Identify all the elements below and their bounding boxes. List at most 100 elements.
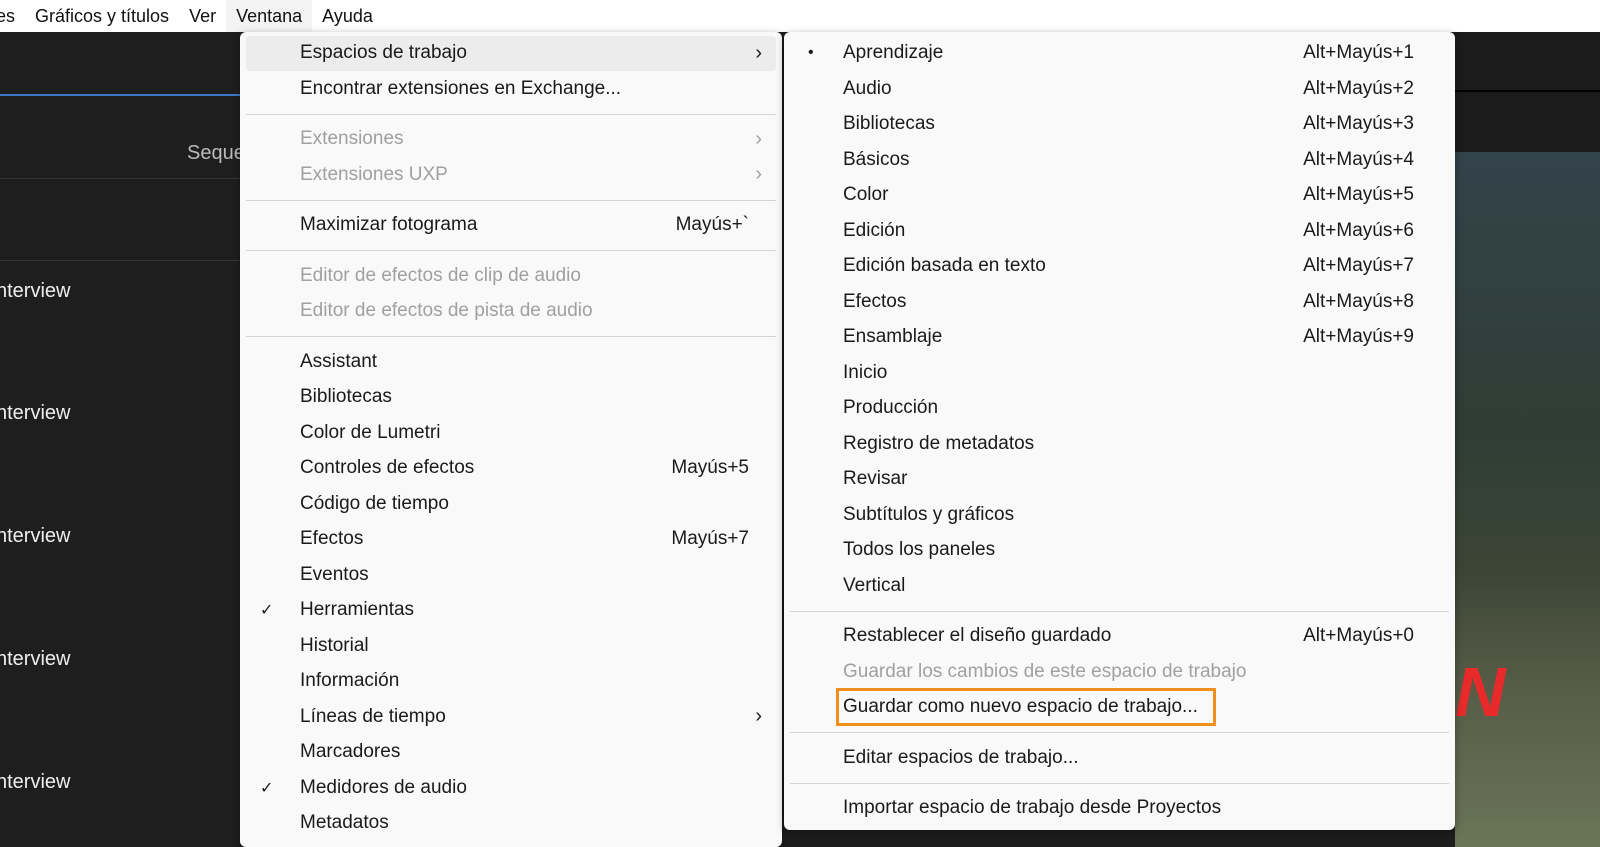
menu-item-workspaces[interactable]: Espacios de trabajo ›: [246, 35, 776, 71]
label: Ensamblaje: [843, 326, 943, 348]
shortcut: Alt+Mayús+4: [1303, 148, 1414, 170]
clip-name[interactable]: nterview: [0, 525, 70, 548]
shortcut: Mayús+`: [675, 214, 749, 236]
label: Editor de efectos de pista de audio: [300, 300, 593, 322]
label: Herramientas: [300, 599, 415, 621]
label: Básicos: [843, 148, 910, 170]
clip-name[interactable]: nterview: [0, 648, 70, 671]
workspace-ensamblaje[interactable]: Ensamblaje Alt+Mayús+9: [790, 320, 1449, 356]
label: Audio: [843, 77, 892, 99]
label: Restablecer el diseño guardado: [843, 625, 1112, 647]
label: Encontrar extensiones en Exchange...: [300, 77, 622, 99]
separator: [790, 604, 1449, 619]
menu-item-find-extensions[interactable]: Encontrar extensiones en Exchange...: [246, 71, 776, 107]
menu-item-marcadores[interactable]: Marcadores: [246, 735, 776, 771]
workspace-aprendizaje[interactable]: • Aprendizaje Alt+Mayús+1: [790, 36, 1449, 72]
workspace-inicio[interactable]: Inicio: [790, 355, 1449, 391]
separator: [790, 776, 1449, 791]
label: Medidores de audio: [300, 776, 467, 798]
menu-item-informacion[interactable]: Información: [246, 664, 776, 700]
menu-item-maximize-frame[interactable]: Maximizar fotograma Mayús+`: [246, 208, 776, 244]
menu-view[interactable]: Ver: [179, 0, 226, 32]
separator: [246, 243, 776, 258]
menu-item-codigo-de-tiempo[interactable]: Código de tiempo: [246, 486, 776, 522]
label: Información: [300, 670, 400, 692]
menu-item-color-de-lumetri[interactable]: Color de Lumetri: [246, 415, 776, 451]
menu-item-import-workspace[interactable]: Importar espacio de trabajo desde Proyec…: [790, 791, 1449, 827]
workspace-audio[interactable]: Audio Alt+Mayús+2: [790, 71, 1449, 107]
shortcut: Alt+Mayús+1: [1303, 42, 1414, 64]
menu-item-herramientas[interactable]: ✓ Herramientas: [246, 593, 776, 629]
menu-item-extensions: Extensiones ›: [246, 122, 776, 158]
workspace-edicion-basada-en-texto[interactable]: Edición basada en texto Alt+Mayús+7: [790, 249, 1449, 285]
workspace-produccion[interactable]: Producción: [790, 391, 1449, 427]
video-frame: [1455, 152, 1600, 847]
menu-item-edit-workspaces[interactable]: Editar espacios de trabajo...: [790, 740, 1449, 776]
menu-bar: es Gráficos y títulos Ver Ventana Ayuda: [0, 0, 1600, 32]
menu-help[interactable]: Ayuda: [312, 0, 383, 32]
workspace-todos-los-paneles[interactable]: Todos los paneles: [790, 533, 1449, 569]
shortcut: Alt+Mayús+8: [1303, 290, 1414, 312]
shortcut: Alt+Mayús+3: [1303, 113, 1414, 135]
label: Registro de metadatos: [843, 432, 1035, 454]
clip-name[interactable]: nterview: [0, 280, 70, 303]
menu-item-reset-layout[interactable]: Restablecer el diseño guardado Alt+Mayús+…: [790, 619, 1449, 655]
chevron-right-icon: ›: [755, 705, 762, 728]
menu-item-medidores-de-audio[interactable]: ✓ Medidores de audio: [246, 770, 776, 806]
label: Color de Lumetri: [300, 421, 441, 443]
menu-item-save-changes: Guardar los cambios de este espacio de t…: [790, 654, 1449, 690]
label: Importar espacio de trabajo desde Proyec…: [843, 797, 1222, 819]
label: Editar espacios de trabajo...: [843, 746, 1079, 768]
label: Todos los paneles: [843, 539, 996, 561]
workspace-efectos[interactable]: Efectos Alt+Mayús+8: [790, 284, 1449, 320]
menu-item-historial[interactable]: Historial: [246, 628, 776, 664]
menu-item-controles-de-efectos[interactable]: Controles de efectos Mayús+5: [246, 451, 776, 487]
workspace-vertical[interactable]: Vertical: [790, 568, 1449, 604]
menu-item-efectos[interactable]: Efectos Mayús+7: [246, 522, 776, 558]
menu-item-extensions-uxp: Extensiones UXP ›: [246, 157, 776, 193]
shortcut: Alt+Mayús+5: [1303, 184, 1414, 206]
menu-item-lineas-de-tiempo[interactable]: Líneas de tiempo ›: [246, 699, 776, 735]
menu-prev[interactable]: es: [0, 0, 25, 32]
shortcut: Mayús+7: [671, 528, 749, 550]
label: Bibliotecas: [843, 113, 935, 135]
label: Subtítulos y gráficos: [843, 503, 1015, 525]
divider: [0, 178, 240, 179]
shortcut: Alt+Mayús+9: [1303, 326, 1414, 348]
workspaces-submenu: • Aprendizaje Alt+Mayús+1 Audio Alt+Mayús+2 B…: [784, 32, 1455, 830]
panel-tab-underline: [0, 94, 240, 96]
chevron-right-icon: ›: [755, 127, 762, 150]
workspace-color[interactable]: Color Alt+Mayús+5: [790, 178, 1449, 214]
clip-name[interactable]: nterview: [0, 771, 70, 794]
separator: [790, 725, 1449, 740]
shortcut: Alt+Mayús+7: [1303, 255, 1414, 277]
workspace-basicos[interactable]: Básicos Alt+Mayús+4: [790, 142, 1449, 178]
program-monitor: N: [1455, 32, 1600, 847]
label: Vertical: [843, 574, 906, 596]
menu-item-audio-clip-effects: Editor de efectos de clip de audio: [246, 258, 776, 294]
label: Producción: [843, 397, 939, 419]
label: Metadatos: [300, 812, 389, 834]
clip-name[interactable]: nterview: [0, 402, 70, 425]
chevron-right-icon: ›: [755, 41, 762, 64]
checkmark-icon: ✓: [260, 779, 274, 797]
menu-item-eventos[interactable]: Eventos: [246, 557, 776, 593]
workspace-bibliotecas[interactable]: Bibliotecas Alt+Mayús+3: [790, 107, 1449, 143]
menu-graphics-titles[interactable]: Gráficos y títulos: [25, 0, 179, 32]
label: Eventos: [300, 563, 369, 585]
menu-window[interactable]: Ventana: [226, 0, 313, 32]
workspace-registro-de-metadatos[interactable]: Registro de metadatos: [790, 426, 1449, 462]
workspace-subtitulos-y-graficos[interactable]: Subtítulos y gráficos: [790, 497, 1449, 533]
workspace-revisar[interactable]: Revisar: [790, 462, 1449, 498]
label: Extensiones: [300, 128, 404, 150]
menu-item-metadatos[interactable]: Metadatos: [246, 806, 776, 842]
sequence-column-header: Seque: [187, 142, 240, 164]
label: Marcadores: [300, 741, 401, 763]
label: Assistant: [300, 350, 378, 372]
label: Color: [843, 184, 889, 206]
workspace-edicion[interactable]: Edición Alt+Mayús+6: [790, 213, 1449, 249]
label: Controles de efectos: [300, 457, 475, 479]
menu-item-bibliotecas[interactable]: Bibliotecas: [246, 380, 776, 416]
menu-item-save-as-new-workspace[interactable]: Guardar como nuevo espacio de trabajo...: [790, 687, 1449, 726]
menu-item-assistant[interactable]: Assistant: [246, 344, 776, 380]
